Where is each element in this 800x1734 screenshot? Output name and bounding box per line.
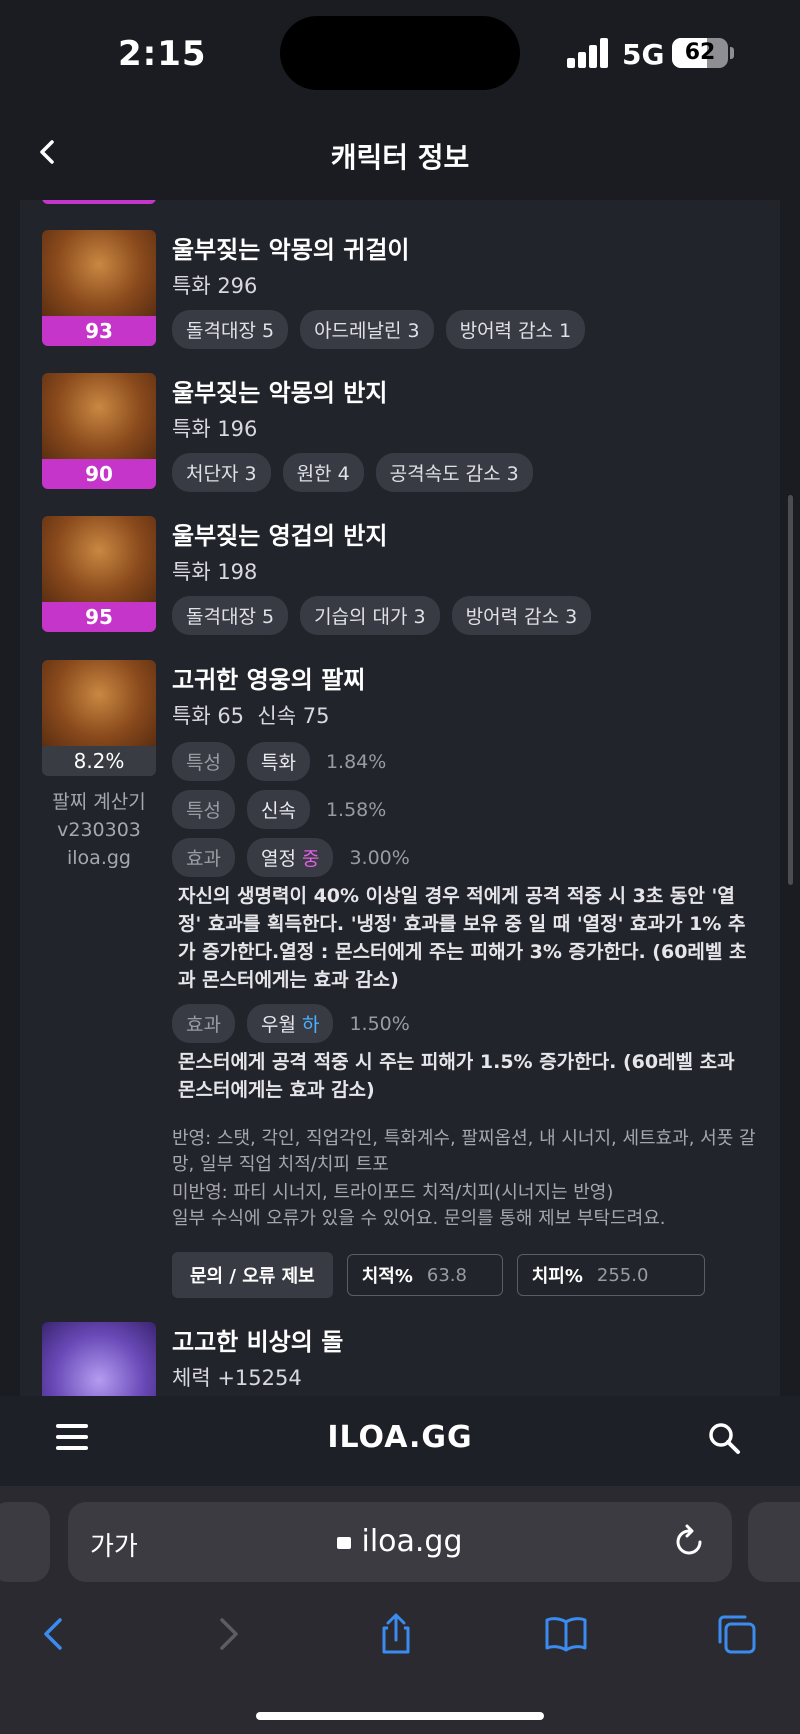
back-arrow-icon[interactable] (32, 1612, 76, 1656)
scrollbar[interactable] (788, 495, 793, 885)
previous-item-remnant (42, 200, 156, 204)
crit-rate-value: 63.8 (426, 1264, 467, 1286)
tabs-icon[interactable] (714, 1612, 758, 1656)
bracelet-option-row: 특성 특화 1.84% (172, 742, 386, 781)
engraving-tag: 처단자 3 (172, 453, 271, 492)
option-name: 신속 (246, 790, 310, 829)
item-quality: 90 (42, 459, 156, 489)
engraving-tag: 기습의 대가 3 (300, 596, 440, 635)
option-type: 효과 (172, 838, 235, 877)
engraving-tag: 돌격대장 5 (172, 310, 289, 349)
engraving-tags: 돌격대장 5 아드레날린 3 방어력 감소 1 (172, 310, 586, 349)
option-grade: 하 (301, 1014, 320, 1036)
calculator-controls: 문의 / 오류 제보 치적% 63.8 치피% 255.0 (172, 1252, 705, 1298)
network-type: 5G (622, 38, 665, 71)
signal-icon (567, 38, 609, 68)
option-name: 열정 (260, 848, 296, 870)
option-name: 특화 (246, 742, 310, 781)
bracelet-option-row: 효과 열정 중 3.00% (172, 838, 410, 877)
equipment-card: 93 울부짖는 악몽의 귀걸이 특화 296 돌격대장 5 아드레날린 3 방어… (20, 200, 780, 1396)
status-bar: 2:15 5G 62 (0, 0, 800, 110)
battery-tip (730, 47, 734, 59)
home-indicator (256, 1712, 544, 1720)
item-quality: 93 (42, 316, 156, 346)
error-note: 일부 수식에 오류가 있을 수 있어요. 문의를 통해 제보 부탁드려요. (172, 1208, 666, 1229)
engraving-tags: 처단자 3 원한 4 공격속도 감소 3 (172, 453, 533, 492)
page-title: 캐릭터 정보 (330, 141, 470, 174)
item-stat: 특화 296 (172, 274, 258, 298)
item-name: 고고한 비상의 돌 (172, 1328, 344, 1356)
reflected-note: 반영: 스탯, 각인, 직업각인, 특화계수, 팔찌옵션, 내 시너지, 세트효… (172, 1128, 756, 1175)
engraving-tag: 공격속도 감소 3 (375, 453, 533, 492)
battery-icon: 62 (672, 38, 728, 68)
bracelet-icon: 8.2% (42, 660, 156, 776)
engraving-tag: 아드레날린 3 (300, 310, 434, 349)
calculator-site: iloa.gg (67, 847, 131, 869)
option-name: 우월 (260, 1014, 296, 1036)
engraving-tag: 방어력 감소 1 (445, 310, 586, 349)
effect-description: 몬스터에게 공격 적중 시 주는 피해가 1.5% 증가한다. (60레벨 초과… (178, 1051, 735, 1101)
effect-description: 자신의 생명력이 40% 이상일 경우 적에게 공격 적중 시 3초 동안 '열… (178, 885, 747, 991)
reload-icon[interactable] (674, 1524, 706, 1558)
item-name: 울부짖는 영겁의 반지 (172, 522, 388, 550)
bracelet-option-row: 특성 신속 1.58% (172, 790, 386, 829)
url-text: iloa.gg (361, 1524, 463, 1559)
safari-toolbar: 가가 iloa.gg (0, 1486, 800, 1734)
option-percent: 1.58% (325, 798, 387, 821)
option-percent: 1.84% (325, 750, 387, 773)
option-type: 특성 (172, 742, 235, 781)
crit-rate-label: 치적% (361, 1266, 413, 1287)
bracelet-option-row: 효과 우월 하 1.50% (172, 1004, 410, 1043)
item-stat: 특화 65 신속 75 (172, 704, 330, 728)
lock-icon (337, 1537, 352, 1549)
option-name-with-grade: 열정 중 (246, 838, 334, 877)
bookmarks-icon[interactable] (544, 1612, 588, 1656)
battery-level: 62 (684, 40, 716, 65)
item-quality: 95 (42, 602, 156, 632)
earring-icon: 93 (42, 230, 156, 346)
item-name: 울부짖는 악몽의 귀걸이 (172, 236, 410, 264)
app-header: 캐릭터 정보 (0, 110, 800, 200)
crit-damage-label: 치피% (531, 1266, 583, 1287)
bracelet-percent: 8.2% (42, 746, 156, 776)
crit-damage-value: 255.0 (596, 1264, 649, 1286)
previous-tab-preview[interactable] (0, 1502, 50, 1582)
option-name-with-grade: 우월 하 (246, 1004, 334, 1043)
calculator-info: 팔찌 계산기 v230303 iloa.gg (42, 788, 156, 872)
url-display: iloa.gg (68, 1524, 732, 1559)
ring-icon: 95 (42, 516, 156, 632)
engraving-tags: 돌격대장 5 기습의 대가 3 방어력 감소 3 (172, 596, 592, 635)
item-stat: 특화 198 (172, 560, 258, 584)
search-icon[interactable] (706, 1420, 742, 1456)
item-stat: 체력 +15254 (172, 1366, 302, 1390)
item-name: 고귀한 영웅의 팔찌 (172, 666, 366, 694)
address-bar[interactable]: 가가 iloa.gg (68, 1502, 732, 1582)
site-navbar: ILOA.GG (0, 1396, 800, 1486)
calculator-version: v230303 (57, 819, 141, 841)
option-percent: 1.50% (349, 1012, 410, 1035)
share-icon[interactable] (374, 1612, 418, 1656)
forward-arrow-icon[interactable] (206, 1612, 250, 1656)
next-tab-preview[interactable] (748, 1502, 800, 1582)
unreflected-note: 미반영: 파티 시너지, 트라이포드 치적/치피(시너지는 반영) (172, 1182, 614, 1203)
stone-icon (42, 1322, 156, 1396)
bracelet-item: 8.2% 팔찌 계산기 v230303 iloa.gg 고귀한 영웅의 팔찌 특… (42, 660, 762, 1320)
engraving-tag: 방어력 감소 3 (451, 596, 592, 635)
option-type: 특성 (172, 790, 235, 829)
ring-icon: 90 (42, 373, 156, 489)
option-grade: 중 (301, 848, 320, 870)
crit-rate-field[interactable]: 치적% 63.8 (346, 1254, 503, 1296)
calculator-label: 팔찌 계산기 (52, 791, 146, 813)
crit-damage-field[interactable]: 치피% 255.0 (516, 1254, 705, 1296)
option-type: 효과 (172, 1004, 235, 1043)
item-stat: 특화 196 (172, 417, 258, 441)
dynamic-island (280, 16, 520, 90)
clock: 2:15 (118, 34, 207, 74)
engraving-tag: 돌격대장 5 (172, 596, 289, 635)
engraving-tag: 원한 4 (282, 453, 364, 492)
report-button[interactable]: 문의 / 오류 제보 (172, 1252, 333, 1298)
item-name: 울부짖는 악몽의 반지 (172, 379, 388, 407)
site-logo[interactable]: ILOA.GG (0, 1420, 800, 1455)
option-percent: 3.00% (349, 846, 410, 869)
